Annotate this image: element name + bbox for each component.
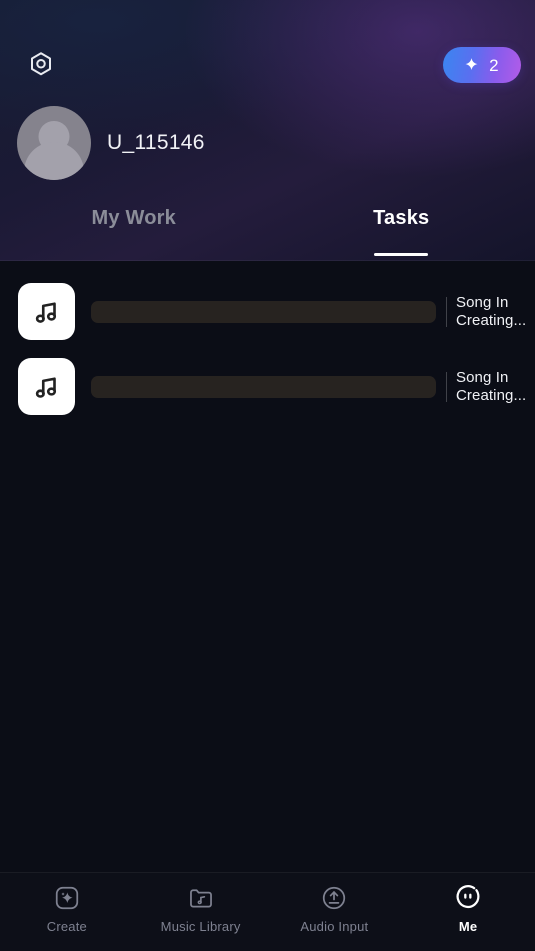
nav-label-create: Create — [46, 919, 87, 934]
task-row[interactable]: Song In Creating... — [0, 349, 535, 424]
nav-label-me: Me — [458, 919, 478, 934]
nav-item-audio-input[interactable]: Audio Input — [268, 883, 402, 934]
avatar[interactable] — [17, 106, 91, 180]
avatar-body — [24, 142, 84, 180]
profile-header: 2 U_115146 My Work Tasks — [0, 0, 535, 261]
skeleton-bar — [91, 300, 436, 323]
sparkle-square-icon — [52, 883, 82, 913]
task-status: Song In Creating... — [456, 368, 527, 404]
settings-icon[interactable] — [25, 49, 57, 81]
nav-item-music-library[interactable]: Music Library — [134, 883, 268, 934]
tab-my-work-label: My Work — [91, 207, 176, 229]
credits-count: 2 — [489, 55, 499, 75]
credits-badge[interactable]: 2 — [443, 47, 521, 83]
profile-face-icon — [453, 883, 483, 913]
task-thumbnail[interactable] — [18, 283, 75, 340]
task-list[interactable]: Song In Creating... Song In Creating... — [0, 261, 535, 872]
tab-tasks-underline — [374, 253, 429, 256]
upload-circle-icon — [319, 883, 349, 913]
task-row[interactable]: Song In Creating... — [0, 274, 535, 349]
username: U_115146 — [107, 131, 205, 154]
tab-my-work[interactable]: My Work — [0, 199, 268, 261]
music-note-icon — [35, 376, 56, 398]
tab-my-work-underline — [107, 253, 161, 256]
tab-bar: My Work Tasks — [0, 199, 535, 261]
profile-row[interactable]: U_115146 — [17, 106, 205, 180]
app-screen: 2 U_115146 My Work Tasks Song In Creatin… — [0, 0, 535, 951]
task-title-placeholder — [75, 375, 446, 398]
nav-label-music-library: Music Library — [160, 919, 241, 934]
folder-music-icon — [186, 883, 216, 913]
task-status: Song In Creating... — [456, 293, 527, 329]
tab-tasks-label: Tasks — [373, 207, 430, 229]
music-note-icon — [35, 301, 56, 323]
task-thumbnail[interactable] — [18, 358, 75, 415]
bottom-navigation: Create Music Library Audio Input Me — [0, 872, 535, 951]
nav-label-audio-input: Audio Input — [300, 919, 369, 934]
sparkle-icon — [465, 57, 478, 70]
nav-item-me[interactable]: Me — [401, 883, 535, 934]
skeleton-bar — [91, 375, 436, 398]
task-title-placeholder — [75, 300, 446, 323]
tab-tasks[interactable]: Tasks — [268, 199, 535, 261]
nav-item-create[interactable]: Create — [0, 883, 134, 934]
